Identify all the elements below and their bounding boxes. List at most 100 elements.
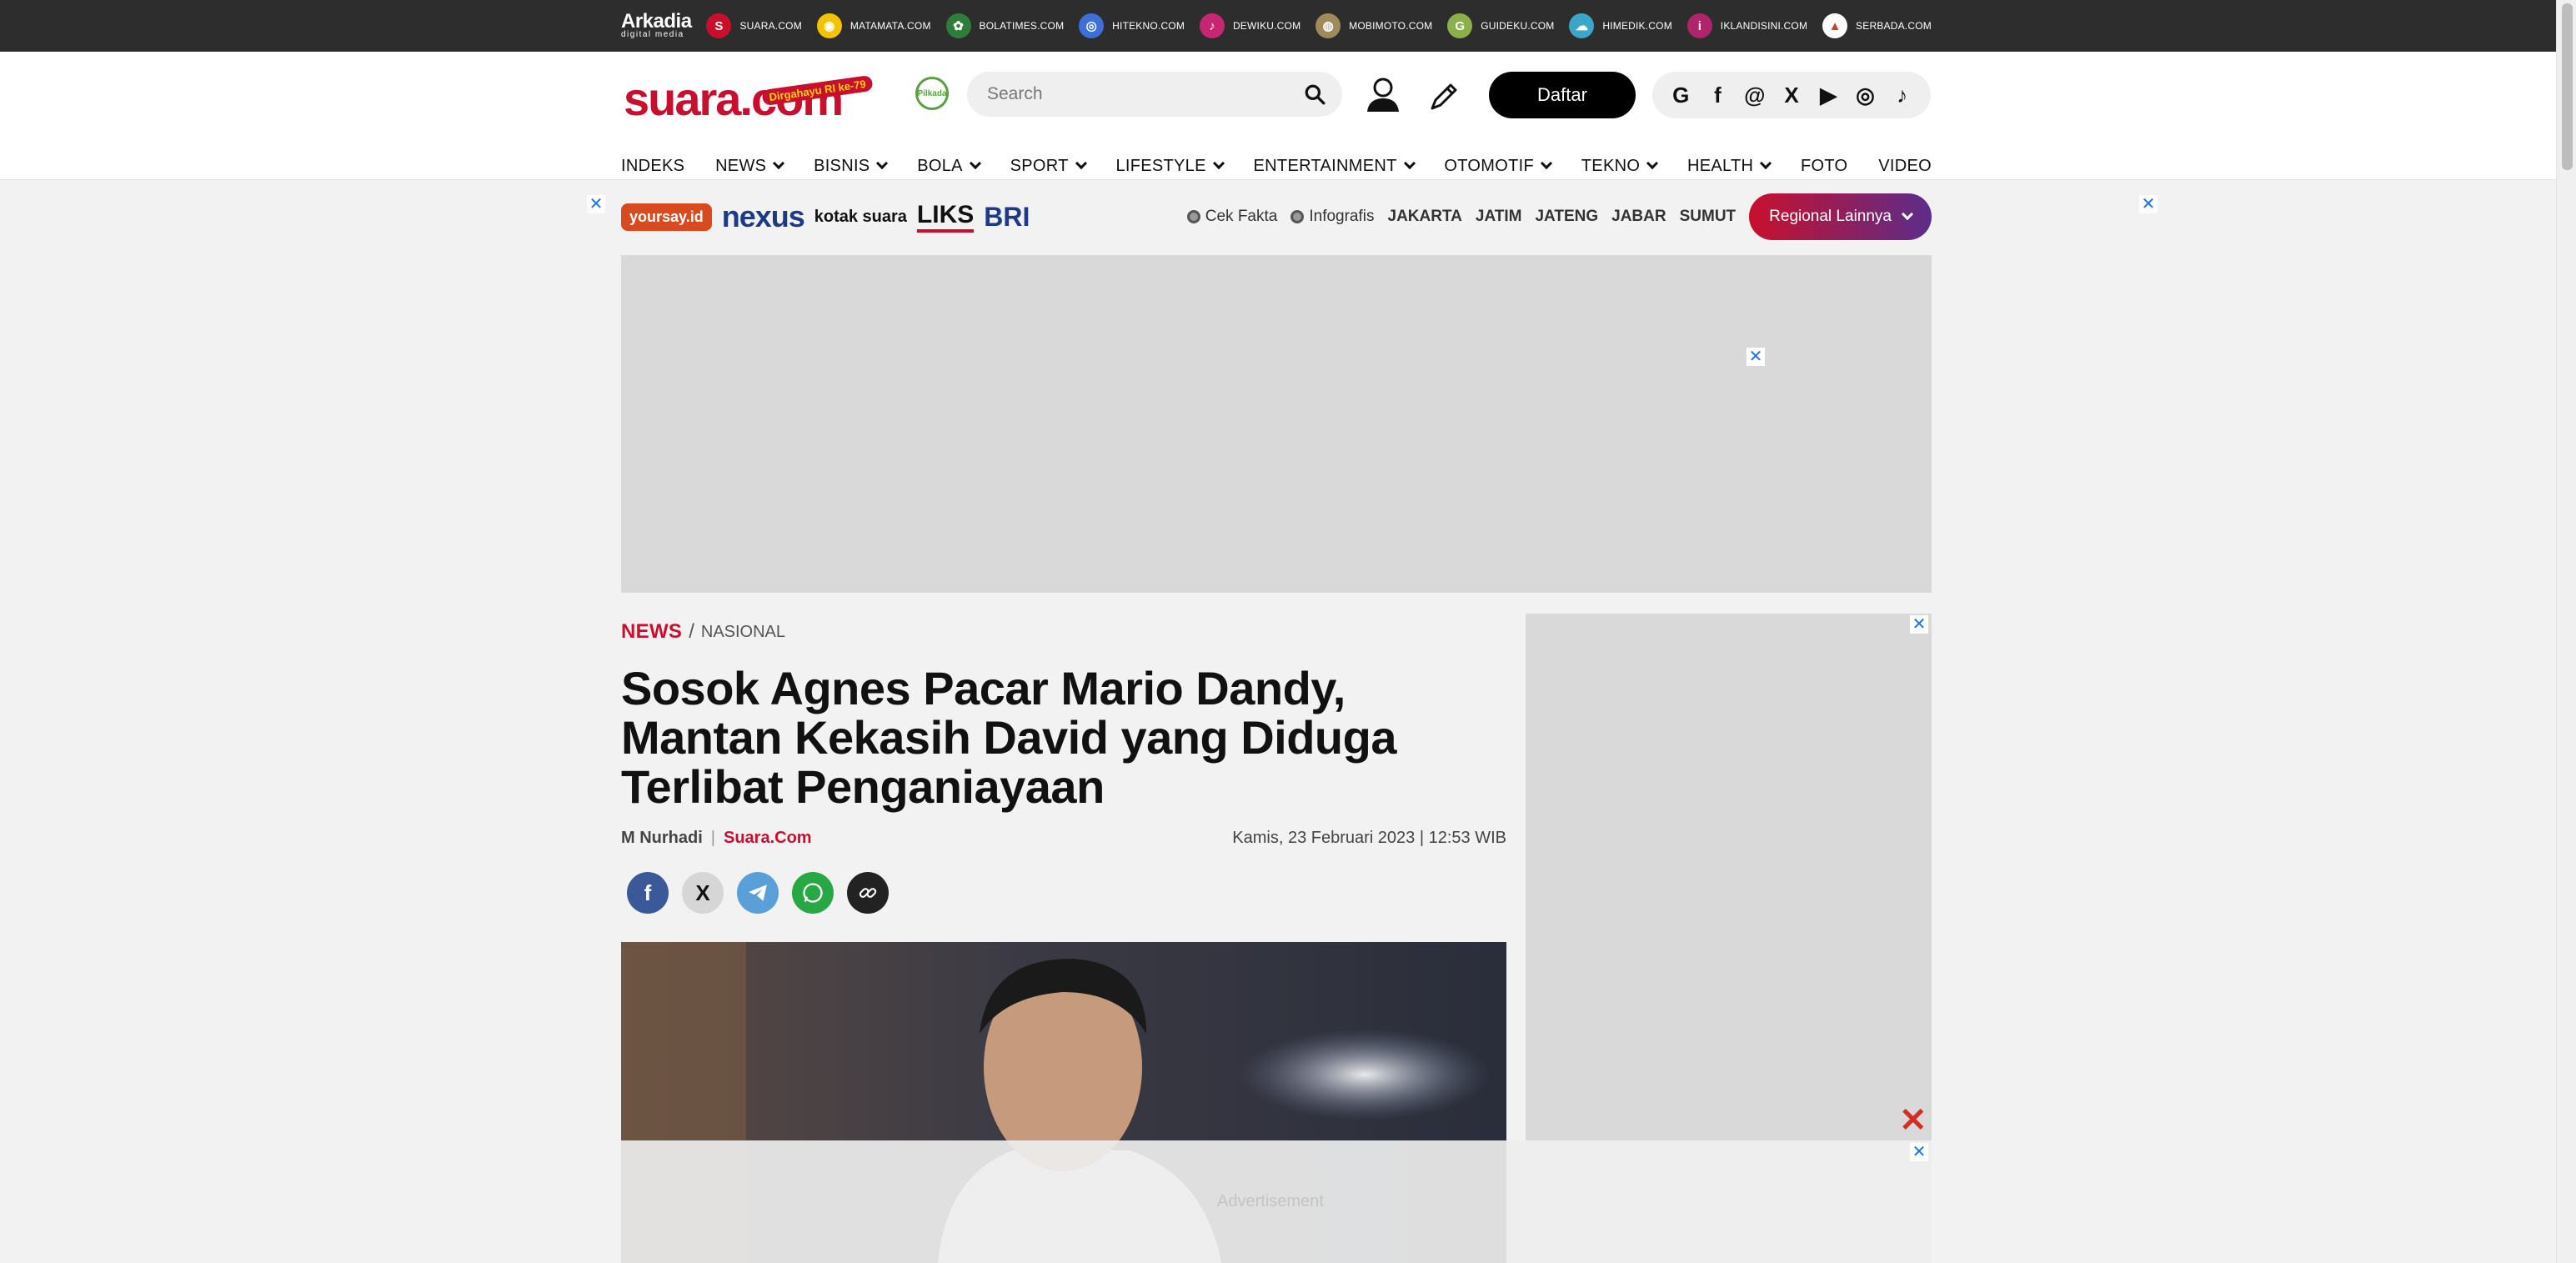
share-x-icon[interactable]: X [682,872,724,914]
instagram-icon[interactable]: ◎ [1851,83,1881,108]
nav-item-label: VIDEO [1878,156,1932,175]
partner-nexus[interactable]: nexus [721,199,805,233]
regional-dropdown-label: Regional Lainnya [1769,208,1892,225]
region-jateng[interactable]: JATENG [1535,208,1598,226]
nav-item-entertainment[interactable]: ENTERTAINMENT [1254,157,1416,176]
region-sumut[interactable]: SUMUT [1680,208,1737,226]
facebook-icon[interactable]: f [1703,83,1733,108]
ad-close-right-icon[interactable]: ✕ [2139,195,2158,213]
top-banner-ad[interactable] [621,255,1932,593]
sidebar-ad[interactable] [1526,614,1932,1140]
outlet-name[interactable]: Suara.Com [724,829,812,848]
banner-ad-close-icon[interactable]: ✕ [1747,348,1765,366]
chain-link-icon [859,888,877,898]
network-bar-inner: Arkadia digital media S SUARA.COM ◉ MATAMAT… [621,0,1932,52]
nav-item-label: BOLA [917,156,963,175]
share-telegram-icon[interactable] [737,872,779,914]
cek-fakta-label: Cek Fakta [1205,208,1278,225]
x-twitter-icon[interactable]: X [1777,83,1807,108]
partner-liks[interactable]: LIKS [916,200,975,233]
network-site-matamata[interactable]: ◉ MATAMATA.COM [816,13,931,38]
regional-dropdown-button[interactable]: Regional Lainnya [1749,193,1932,240]
partner-yoursay[interactable]: yoursay.id [621,200,712,233]
search-input[interactable] [987,72,1287,117]
nav-item-video[interactable]: VIDEO [1878,157,1932,176]
network-site-himedik[interactable]: ☁ HIMEDIK.COM [1569,13,1672,38]
page-scrollbar[interactable] [2556,0,2576,1263]
nav-item-bola[interactable]: BOLA [917,156,981,176]
cek-fakta-link[interactable]: Cek Fakta [1186,208,1278,226]
google-news-icon[interactable]: G [1666,83,1696,108]
network-site-bolatimes[interactable]: ✿ BOLATIMES.COM [945,13,1065,38]
sidebar-ad-close-icon[interactable]: ✕ [1910,615,1928,634]
threads-icon[interactable]: @ [1740,83,1770,108]
author-name[interactable]: M Nurhadi [621,829,703,848]
site-header: suara.com Dirgahayu RI ke-79 Pilkada Daf… [0,52,2556,180]
network-site-serbada[interactable]: ▲ SERBADA.COM [1822,13,1932,38]
partner-liks-label: LIKS [916,201,975,233]
breadcrumb-subsection[interactable]: NASIONAL [701,623,785,642]
network-site-label: SERBADA.COM [1856,20,1932,32]
network-site-logo-icon: S [706,13,732,38]
suara-logo[interactable]: suara.com Dirgahayu RI ke-79 [624,72,874,126]
nav-item-foto[interactable]: FOTO [1801,157,1847,176]
nav-item-news[interactable]: NEWS [715,157,785,176]
region-jatim[interactable]: JATIM [1476,208,1522,226]
ad-close-left-icon[interactable]: ✕ [587,195,605,213]
nav-item-label: SPORT [1010,156,1069,175]
share-facebook-icon[interactable]: f [627,872,669,914]
network-site-logo-icon: ▲ [1822,13,1848,38]
register-button[interactable]: Daftar [1489,72,1636,118]
infografis-link[interactable]: Infografis [1291,208,1375,226]
nav-item-label: HEALTH [1686,156,1754,175]
scrollbar-thumb[interactable] [2562,3,2573,170]
network-site-label: MATAMATA.COM [849,20,931,32]
infografis-label: Infografis [1309,208,1375,225]
nav-item-bisnis[interactable]: BISNIS [814,157,889,176]
network-site-label: DEWIKU.COM [1232,20,1301,32]
user-account-icon[interactable] [1364,75,1402,113]
tiktok-icon[interactable]: ♪ [1887,83,1917,108]
partner-nexus-label: nexus [721,199,805,233]
network-site-dewiku[interactable]: ♪ DEWIKU.COM [1199,13,1301,38]
write-pen-icon[interactable] [1427,80,1461,113]
network-site-mobimoto[interactable]: ◍ MOBIMOTO.COM [1316,13,1432,38]
nav-item-otomotif[interactable]: OTOMOTIF [1444,157,1553,176]
nav-item-sport[interactable]: SPORT [1010,156,1087,176]
sticky-ad-close-icon[interactable]: ✕ [1910,1143,1928,1161]
network-site-iklandisini[interactable]: i IKLANDISINI.COM [1686,13,1807,38]
nav-item-tekno[interactable]: TEKNO [1581,157,1659,176]
youtube-icon[interactable]: ▶ [1813,83,1843,108]
network-site-logo-icon: ◍ [1316,13,1341,38]
pilkada-badge[interactable]: Pilkada [915,77,949,110]
partner-bri-label: BRI [984,201,1030,232]
nav-item-label: INDEKS [621,156,685,175]
arkadia-logo[interactable]: Arkadia digital media [621,10,692,39]
region-jakarta[interactable]: JAKARTA [1388,208,1462,226]
breadcrumb-section[interactable]: NEWS [621,620,682,644]
chevron-down-icon [1540,157,1553,170]
article-title: Sosok Agnes Pacar Mario Dandy, Mantan Ke… [621,662,1396,813]
network-site-hitekno[interactable]: ◎ HITEKNO.COM [1079,13,1185,38]
close-x-icon[interactable]: ✕ [1899,1104,1927,1137]
chevron-down-icon [1212,157,1225,170]
region-jabar[interactable]: JABAR [1611,208,1666,226]
nav-item-lifestyle[interactable]: LIFESTYLE [1115,157,1225,176]
chevron-down-icon [1901,208,1914,221]
byline: M Nurhadi | Suara.Com [621,829,812,848]
arkadia-logo-text: Arkadia [621,10,692,33]
copy-link-icon[interactable] [847,872,889,914]
network-site-logo-icon: ◎ [1079,13,1105,38]
network-site-guideku[interactable]: G GUIDEKU.COM [1447,13,1554,38]
breadcrumb-separator: / [689,620,694,643]
network-site-suara[interactable]: S SUARA.COM [706,13,802,38]
share-whatsapp-icon[interactable] [792,872,834,914]
nav-item-health[interactable]: HEALTH [1686,156,1772,176]
search-icon[interactable] [1304,83,1326,105]
partner-yoursay-label: yoursay.id [621,203,712,231]
region-links: Cek Fakta Infografis JAKARTA JATIM JATEN… [1186,193,1932,240]
nav-item-indeks[interactable]: INDEKS [621,157,684,176]
chevron-down-icon [969,157,981,170]
partner-bri[interactable]: BRI [984,200,1030,233]
partner-kotak-suara[interactable]: kotak suara [814,200,907,233]
